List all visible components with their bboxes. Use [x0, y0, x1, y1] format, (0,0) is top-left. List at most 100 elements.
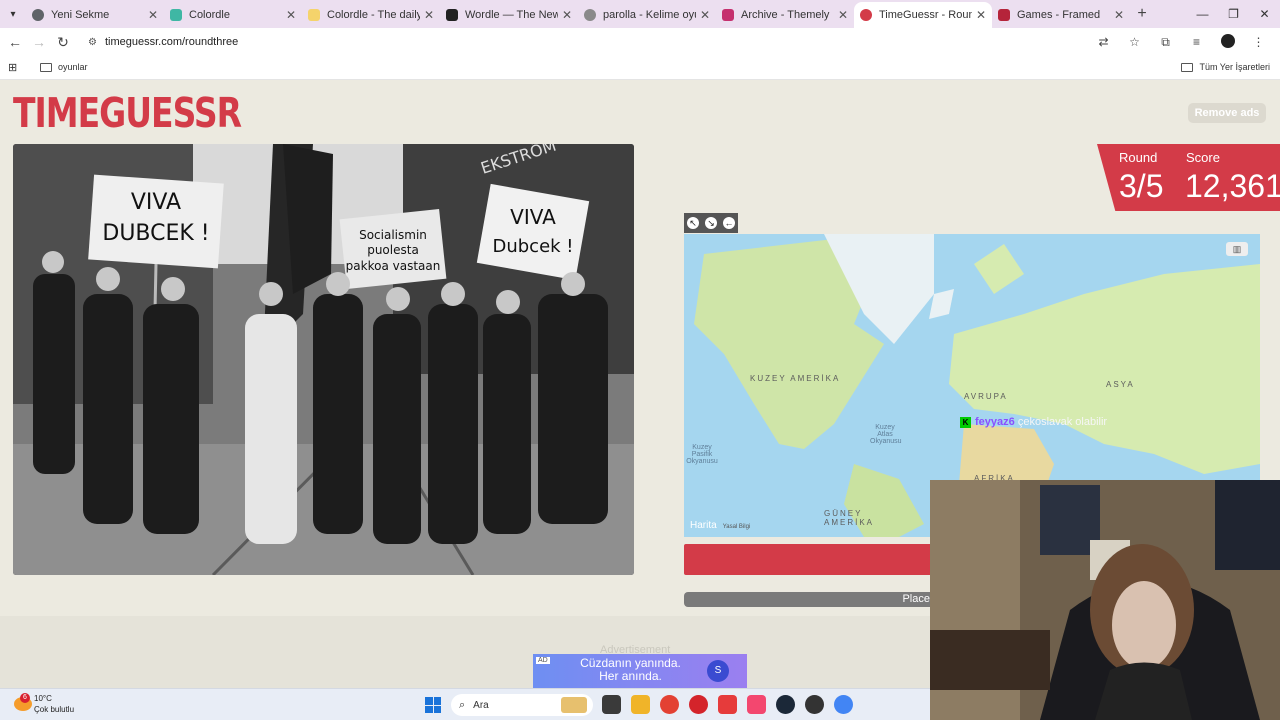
tab-search-chevron-icon[interactable]: ▾	[0, 0, 26, 28]
map-credit: Harita Yasal Bilgi	[690, 520, 750, 531]
weather-temp: 10°C	[34, 694, 52, 703]
chrome-taskbar-icon[interactable]	[660, 695, 679, 714]
map-expand-icon[interactable]: ↖	[687, 217, 699, 229]
chat-username: feyyaz6	[975, 416, 1015, 428]
bookmarks-bar: ⊞ oyunlar Tüm Yer İşaretleri	[0, 56, 1280, 80]
colordle-icon	[170, 9, 182, 21]
weather-text: 10°C Çok bulutlu	[34, 693, 74, 715]
app-red-icon[interactable]	[689, 695, 708, 714]
taskbar-apps	[602, 695, 863, 714]
score-label: Score	[1186, 150, 1220, 165]
tab-timeguessr[interactable]: TimeGuessr - Round Three ✕	[854, 2, 992, 28]
media-control-icon[interactable]: ≡	[1181, 35, 1212, 49]
tab-label: Colordle	[189, 9, 230, 21]
map-label-europe: AVRUPA	[964, 392, 1008, 401]
map-label-pacific: Kuzey Pasifik Okyanusu	[686, 444, 718, 465]
site-info-icon[interactable]: ⚙	[88, 37, 97, 48]
windows-taskbar: 6 10°C Çok bulutlu ⌕ Ara	[0, 688, 930, 720]
timeguessr-icon	[860, 9, 872, 21]
apps-grid-icon[interactable]: ⊞	[8, 61, 17, 74]
chat-badge: K	[960, 417, 971, 428]
tab-label: TimeGuessr - Round Three	[879, 9, 972, 21]
chrome-active-icon[interactable]	[834, 695, 853, 714]
tab-label: Archive - Themely	[741, 9, 830, 21]
task-view-icon[interactable]	[602, 695, 621, 714]
translate-icon[interactable]: ⇄	[1088, 35, 1119, 49]
round-label: Round	[1119, 150, 1158, 165]
bookmark-folder-oyunlar[interactable]: oyunlar	[40, 62, 88, 72]
themely-icon	[722, 9, 734, 21]
obs-icon[interactable]	[805, 695, 824, 714]
steam-icon[interactable]	[776, 695, 795, 714]
ad-brand-logo: S	[707, 660, 729, 682]
map-collapse-icon[interactable]: ←	[723, 217, 735, 229]
all-bookmarks-button[interactable]: Tüm Yer İşaretleri	[1181, 62, 1270, 72]
forward-arrow-icon[interactable]: →	[27, 34, 51, 50]
sign-text-1b: DUBCEK !	[102, 221, 209, 246]
map-label-north-america: KUZEY AMERİKA	[750, 374, 841, 383]
url-field[interactable]: ⚙ timeguessr.com/roundthree	[80, 31, 1165, 53]
stream-chat-message: Kfeyyaz6 çekoslavak olabilir	[960, 416, 1107, 428]
ad-banner[interactable]: AD Cüzdanın yanında. Her anında. S	[533, 654, 747, 688]
tab-framed[interactable]: Games - Framed ✕	[992, 2, 1130, 28]
sign-text-1: VIVA	[131, 190, 181, 215]
browser-tab-bar: ▾ Yeni Sekme ✕ Colordle ✕ Colordle - The…	[0, 0, 1280, 28]
framed-icon	[998, 9, 1010, 21]
close-icon[interactable]: ✕	[700, 8, 710, 22]
tab-parolla[interactable]: parolla - Kelime oyunu. G ✕	[578, 2, 716, 28]
map-shrink-icon[interactable]: ↘	[705, 217, 717, 229]
weather-widget[interactable]: 6 10°C Çok bulutlu	[14, 693, 74, 715]
close-icon[interactable]: ✕	[976, 8, 986, 22]
map-toolbar: ↖ ↘ ←	[684, 213, 738, 233]
app-bolt-icon[interactable]	[718, 695, 737, 714]
remove-ads-button[interactable]: Remove ads	[1188, 103, 1266, 123]
music-app-icon[interactable]	[747, 695, 766, 714]
close-icon[interactable]: ✕	[424, 8, 434, 22]
close-icon[interactable]: ✕	[562, 8, 572, 22]
minimize-icon[interactable]: —	[1187, 7, 1218, 21]
file-explorer-icon[interactable]	[631, 695, 650, 714]
place-button[interactable]: Place	[684, 592, 944, 607]
reload-icon[interactable]: ↻	[51, 34, 75, 51]
folder-icon	[1181, 62, 1194, 72]
extensions-icon[interactable]: ⧉	[1150, 35, 1181, 50]
menu-kebab-icon[interactable]: ⋮	[1243, 35, 1274, 49]
window-close-icon[interactable]: ✕	[1249, 7, 1280, 21]
bookmark-star-icon[interactable]: ☆	[1119, 35, 1150, 49]
tab-new-tab[interactable]: Yeni Sekme ✕	[26, 2, 164, 28]
sign-text-3b: Dubcek !	[492, 236, 573, 257]
close-icon[interactable]: ✕	[286, 8, 296, 22]
sign-text-2c: pakkoa vastaan	[346, 259, 441, 273]
tab-label: Games - Framed	[1017, 9, 1101, 21]
map-label-asia: ASYA	[1106, 380, 1135, 389]
address-bar: ← → ↻ ⚙ timeguessr.com/roundthree ⇄ ☆ ⧉ …	[0, 28, 1280, 56]
map-layers-icon[interactable]: ▥	[1226, 242, 1248, 256]
chat-text: çekoslavak olabilir	[1017, 416, 1108, 428]
tab-label: Colordle - The daily color	[327, 9, 420, 21]
profile-avatar[interactable]	[1212, 33, 1243, 51]
windows-start-icon[interactable]	[425, 697, 441, 713]
round-photo: VIVA DUBCEK ! Socialismin puolesta pakko…	[13, 144, 634, 575]
taskbar-search[interactable]: ⌕ Ara	[451, 694, 593, 716]
tab-themely[interactable]: Archive - Themely ✕	[716, 2, 854, 28]
sign-text-3: VIVA	[510, 205, 556, 229]
tab-wordle[interactable]: Wordle — The New York Time ✕	[440, 2, 578, 28]
weather-sun-icon: 6	[14, 693, 32, 711]
timeguessr-logo[interactable]: TIMEGUESSR	[13, 88, 242, 137]
wordle-icon	[446, 9, 458, 21]
tab-colordle-daily[interactable]: Colordle - The daily color ✕	[302, 2, 440, 28]
close-icon[interactable]: ✕	[1114, 8, 1124, 22]
restore-icon[interactable]: ❐	[1218, 7, 1249, 21]
url-text: timeguessr.com/roundthree	[104, 36, 239, 48]
guess-year-bar[interactable]	[684, 544, 944, 575]
tab-colordle[interactable]: Colordle ✕	[164, 2, 302, 28]
protest-march-photo: VIVA DUBCEK ! Socialismin puolesta pakko…	[13, 144, 634, 575]
folder-icon	[40, 62, 52, 72]
close-icon[interactable]: ✕	[838, 8, 848, 22]
colordle-daily-icon	[308, 9, 320, 21]
new-tab-plus-icon[interactable]: +	[1130, 5, 1154, 23]
back-arrow-icon[interactable]: ←	[3, 34, 27, 50]
chrome-icon	[32, 9, 44, 21]
map-legal-link[interactable]: Yasal Bilgi	[723, 524, 751, 530]
close-icon[interactable]: ✕	[148, 8, 158, 22]
